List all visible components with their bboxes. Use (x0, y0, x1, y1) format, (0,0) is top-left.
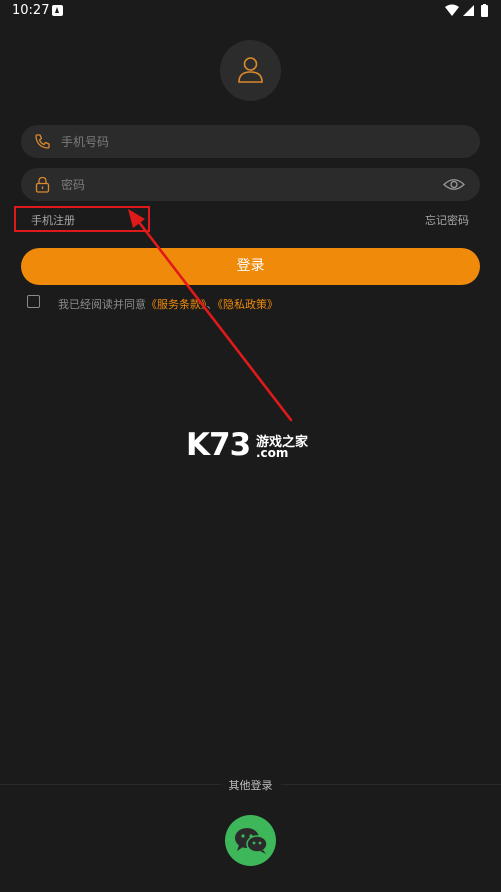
wechat-login-button[interactable] (225, 815, 276, 866)
wechat-icon (235, 828, 268, 854)
watermark-k73: K73 (186, 427, 251, 463)
other-login-label: 其他登录 (0, 777, 501, 793)
other-login-text: 其他登录 (220, 779, 281, 792)
watermark-logo: K73 游戏之家 .com (186, 427, 316, 464)
watermark-domain: .com (256, 446, 289, 460)
